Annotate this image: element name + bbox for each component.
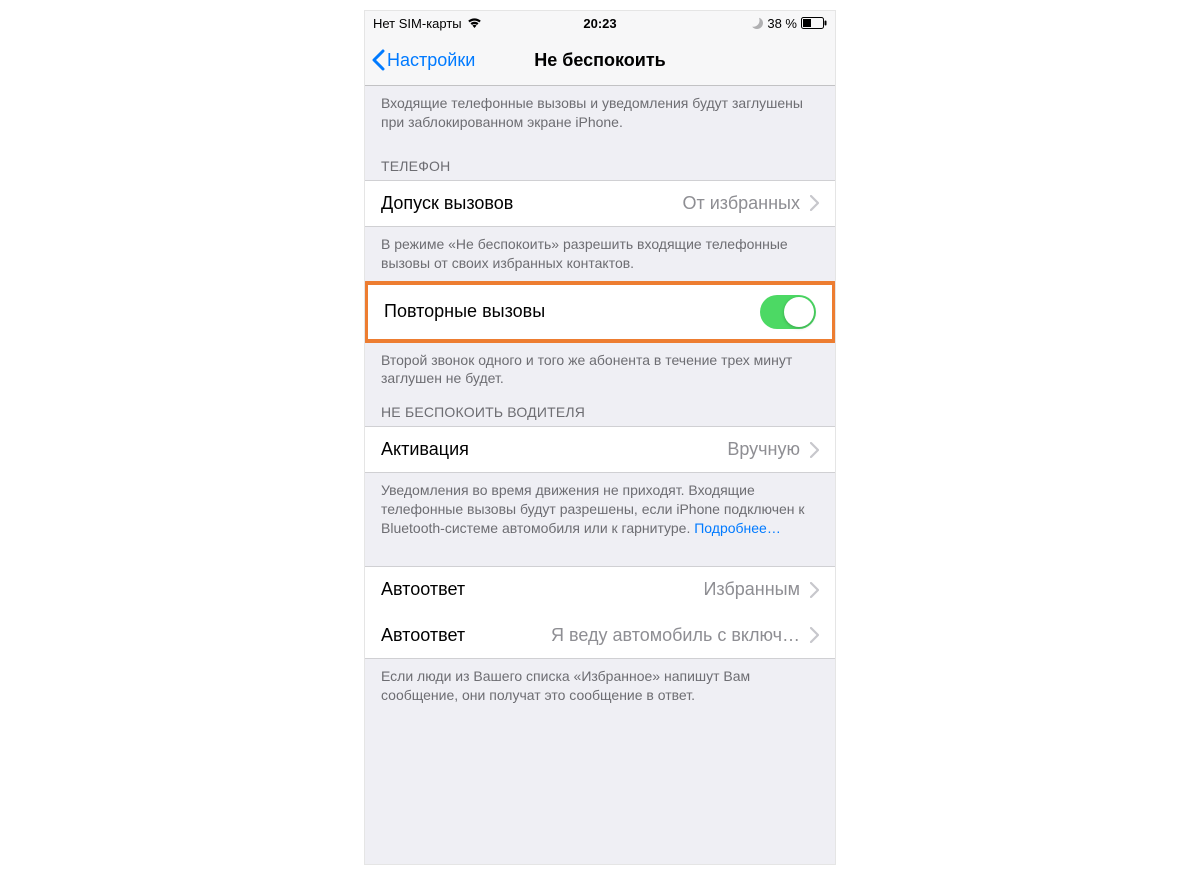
back-label: Настройки <box>387 50 475 71</box>
chevron-right-icon <box>810 627 819 643</box>
autoresponse-label-1: Автоответ <box>381 579 465 600</box>
activation-value: Вручную <box>469 439 810 460</box>
chevron-right-icon <box>810 195 819 211</box>
repeated-calls-desc: Второй звонок одного и того же абонента … <box>365 343 835 397</box>
autoresponse-message-row[interactable]: Автоответ Я веду автомобиль с включ… <box>365 612 835 659</box>
battery-icon <box>801 17 827 29</box>
status-bar: Нет SIM-карты 20:23 38 % <box>365 11 835 35</box>
top-description: Входящие телефонные вызовы и уведомления… <box>365 86 835 140</box>
chevron-left-icon <box>371 49 385 71</box>
battery-percent: 38 % <box>767 16 797 31</box>
autoresponse-value-2: Я веду автомобиль с включ… <box>465 625 810 646</box>
allow-calls-value: От избранных <box>513 193 810 214</box>
allow-calls-row[interactable]: Допуск вызовов От избранных <box>365 180 835 227</box>
allow-calls-desc: В режиме «Не беспокоить» разрешить входя… <box>365 227 835 281</box>
nav-bar: Настройки Не беспокоить <box>365 35 835 86</box>
autoresponse-value-1: Избранным <box>465 579 810 600</box>
toggle-knob <box>784 297 814 327</box>
autoresponse-recipients-row[interactable]: Автоответ Избранным <box>365 566 835 613</box>
section-driving-header: НЕ БЕСПОКОИТЬ ВОДИТЕЛЯ <box>365 396 835 426</box>
section-phone-header: ТЕЛЕФОН <box>365 140 835 180</box>
allow-calls-label: Допуск вызовов <box>381 193 513 214</box>
chevron-right-icon <box>810 442 819 458</box>
autoresponse-desc: Если люди из Вашего списка «Избранное» н… <box>365 659 835 713</box>
chevron-right-icon <box>810 582 819 598</box>
autoresponse-label-2: Автоответ <box>381 625 465 646</box>
back-button[interactable]: Настройки <box>371 49 475 71</box>
activation-label: Активация <box>381 439 469 460</box>
activation-row[interactable]: Активация Вручную <box>365 426 835 473</box>
repeated-calls-label: Повторные вызовы <box>384 301 545 322</box>
repeated-calls-toggle[interactable] <box>760 295 816 329</box>
more-link[interactable]: Подробнее… <box>694 520 781 536</box>
phone-frame: Нет SIM-карты 20:23 38 % Настройки Не бе… <box>364 10 836 865</box>
activation-desc: Уведомления во время движения не приходя… <box>365 473 835 546</box>
settings-content[interactable]: Входящие телефонные вызовы и уведомления… <box>365 86 835 865</box>
moon-icon <box>751 17 763 29</box>
highlight-marker: Повторные вызовы <box>365 281 835 343</box>
repeated-calls-row[interactable]: Повторные вызовы <box>368 285 832 339</box>
